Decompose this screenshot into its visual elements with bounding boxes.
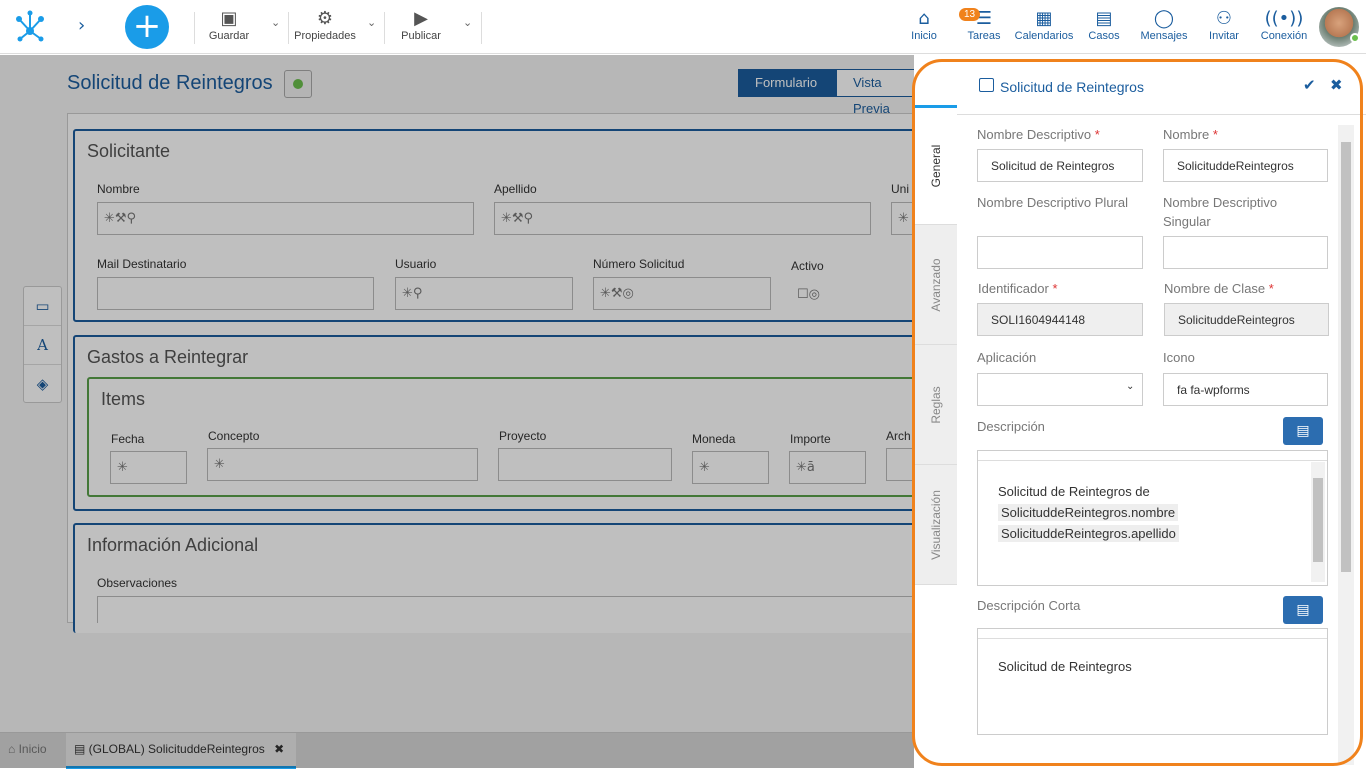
label-identificador: Identificador * [978, 281, 1058, 296]
tab-avanzado[interactable]: Avanzado [914, 225, 957, 345]
input-nombre-descriptivo[interactable]: Solicitud de Reintegros [977, 149, 1143, 182]
label-nombre: Nombre * [1163, 127, 1218, 142]
nav-cases[interactable]: ▤ Casos [1074, 8, 1134, 42]
label-clase: Nombre de Clase * [1164, 281, 1274, 296]
app-logo-icon[interactable] [12, 9, 48, 45]
tab-visualizacion-label: Visualización [928, 489, 943, 560]
textarea-descripcion[interactable]: Solicitud de Reintegros de SolicituddeRe… [977, 450, 1328, 586]
form-icon [979, 78, 994, 92]
tab-avanzado-label: Avanzado [928, 257, 943, 312]
tasks-count-badge: 13 [959, 8, 981, 21]
floppy-disk-icon: ▣ [220, 8, 238, 29]
close-icon[interactable]: ✖ [1330, 76, 1343, 94]
nav-connection-label: Conexión [1260, 30, 1308, 42]
select-aplicacion[interactable] [977, 373, 1143, 406]
label-plural: Nombre Descriptivo Plural [977, 195, 1128, 210]
properties-dropdown-icon[interactable]: ⌄ [367, 16, 376, 29]
publish-dropdown-icon[interactable]: ⌄ [463, 16, 472, 29]
nav-tasks-label: Tareas [967, 30, 1001, 42]
properties-label: Propiedades [294, 30, 356, 42]
input-nombre[interactable]: SolicituddeReintegros [1163, 149, 1328, 182]
save-button[interactable]: ▣ Guardar [206, 8, 252, 42]
nav-invite-label: Invitar [1209, 30, 1239, 42]
nav-home[interactable]: ⌂ Inicio [894, 8, 954, 42]
textarea-descripcion-corta[interactable]: Solicitud de Reintegros [977, 628, 1328, 735]
confirm-icon[interactable]: ✔ [1303, 76, 1316, 94]
toolbar-divider [481, 12, 482, 44]
input-plural[interactable] [977, 236, 1143, 269]
nav-cases-label: Casos [1088, 30, 1120, 42]
editor-toolbar-strip [978, 451, 1327, 461]
chevron-down-icon: ⌄ [1126, 381, 1135, 392]
input-singular[interactable] [1163, 236, 1328, 269]
tab-visualizacion[interactable]: Visualización [914, 465, 957, 585]
panel-title: Solicitud de Reintegros [1000, 79, 1144, 95]
descripcion-corta-text: Solicitud de Reintegros [998, 659, 1132, 674]
nav-messages-label: Mensajes [1140, 30, 1188, 42]
save-label: Guardar [208, 30, 250, 42]
tab-reglas[interactable]: Reglas [914, 345, 957, 465]
expand-menu-icon[interactable]: › [78, 15, 85, 36]
nav-calendars[interactable]: ▦ Calendarios [1013, 8, 1075, 42]
nav-home-label: Inicio [911, 30, 937, 42]
input-icono[interactable]: fa fa-wpforms [1163, 373, 1328, 406]
label-singular: Nombre Descriptivo Singular [1163, 195, 1278, 229]
textarea-scroll-thumb[interactable] [1313, 478, 1323, 562]
label-aplicacion: Aplicación [977, 350, 1037, 365]
home-icon: ⌂ [918, 8, 930, 29]
properties-button[interactable]: ⚙ Propiedades [293, 8, 357, 42]
label-descripcion-corta: Descripción Corta [977, 598, 1081, 613]
edit-descripcion-button[interactable]: ▤ [1283, 417, 1323, 445]
input-identificador: SOLI1604944148 [977, 303, 1143, 336]
briefcase-icon: ▤ [1095, 8, 1113, 29]
tab-general[interactable]: General [914, 105, 957, 225]
online-status-icon [1350, 33, 1360, 43]
nav-invite[interactable]: ⚇ Invitar [1194, 8, 1254, 42]
tab-general-label: General [928, 144, 943, 188]
nav-calendars-label: Calendarios [1014, 30, 1074, 42]
panel-vertical-tabs: General Avanzado Reglas Visualización [914, 105, 957, 585]
top-toolbar: › + ▣ Guardar ⌄ ⚙ Propiedades ⌄ ▶ Public… [0, 0, 1366, 54]
label-descripcion: Descripción [977, 419, 1045, 434]
add-button[interactable]: + [125, 5, 169, 49]
play-icon: ▶ [414, 8, 428, 29]
nav-messages[interactable]: ◯ Mensajes [1134, 8, 1194, 42]
label-icono: Icono [1163, 350, 1195, 365]
calendar-icon: ▦ [1035, 8, 1053, 29]
descripcion-token: SolicituddeReintegros.nombre [998, 504, 1179, 521]
edit-descripcion-corta-button[interactable]: ▤ [1283, 596, 1323, 624]
tab-reglas-label: Reglas [928, 385, 943, 424]
nav-connection[interactable]: ((•)) Conexión [1254, 8, 1314, 42]
toolbar-divider [384, 12, 385, 44]
chat-bubble-icon: ◯ [1153, 8, 1175, 29]
toolbar-divider [194, 12, 195, 44]
gear-icon: ⚙ [316, 8, 334, 29]
broadcast-icon: ((•)) [1264, 8, 1304, 29]
publish-label: Publicar [401, 30, 441, 42]
descripcion-token: SolicituddeReintegros.apellido [998, 525, 1179, 542]
add-user-icon: ⚇ [1215, 8, 1233, 29]
descripcion-line: Solicitud de Reintegros de [998, 484, 1150, 499]
toolbar-divider [288, 12, 289, 44]
editor-toolbar-strip [978, 629, 1327, 639]
input-clase: SolicituddeReintegros [1164, 303, 1329, 336]
save-dropdown-icon[interactable]: ⌄ [271, 16, 280, 29]
panel-scroll-thumb[interactable] [1341, 142, 1351, 572]
publish-button[interactable]: ▶ Publicar [398, 8, 444, 42]
label-nombre-descriptivo: Nombre Descriptivo * [977, 127, 1100, 142]
